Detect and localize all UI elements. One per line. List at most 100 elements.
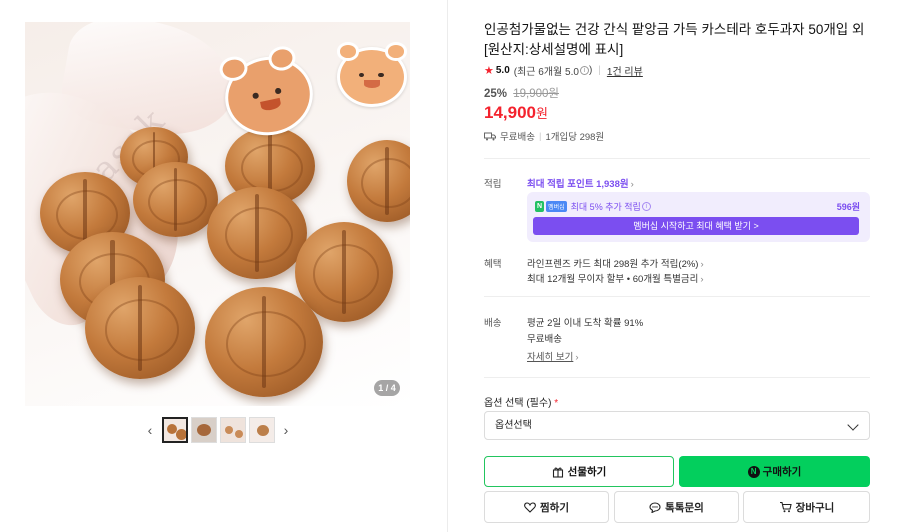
rating-detail: (최근 6개월 5.0 xyxy=(513,67,579,78)
gift-icon xyxy=(552,467,563,478)
bear-eye xyxy=(274,87,282,95)
option-label-text: 옵션 선택 (필수) xyxy=(484,398,552,409)
separator: | xyxy=(538,130,542,142)
membership-start-button[interactable]: 멤버십 시작하고 최대 혜택 받기 > xyxy=(533,217,859,235)
gift-button[interactable]: 선물하기 xyxy=(484,456,674,487)
option-label: 옵션 선택 (필수) * xyxy=(484,394,558,409)
delivery-label: 배송 xyxy=(484,318,502,329)
heart-icon xyxy=(524,501,536,513)
thumbnail[interactable] xyxy=(248,417,275,443)
points-label: 적립 xyxy=(484,179,502,190)
review-count-link[interactable]: 1건 리뷰 xyxy=(607,63,643,78)
walnut-cake xyxy=(205,287,323,397)
max-points-text: 최대 적립 포인트 1,938원 xyxy=(527,179,629,190)
info-icon[interactable]: i xyxy=(641,202,651,211)
benefit-installment-text: 최대 12개월 무이자 할부 • 60개월 특별금리 xyxy=(527,274,699,285)
benefit-card-text: 라인프렌즈 카드 최대 298원 추가 적립(2%) xyxy=(527,259,699,270)
thumbnail-shape xyxy=(166,424,177,434)
wishlist-button[interactable]: 찜하기 xyxy=(484,491,609,523)
delivery-details-link[interactable]: 자세히 보기 › xyxy=(527,349,579,363)
main-product-image[interactable]: bbasak xyxy=(25,22,410,406)
thumbnail-shape xyxy=(175,429,186,440)
separator: | xyxy=(598,65,601,76)
naver-pay-icon: N xyxy=(747,465,760,478)
bear-mouth xyxy=(364,80,380,88)
benefits-label: 혜택 xyxy=(484,259,502,270)
wishlist-label: 찜하기 xyxy=(540,501,569,514)
bear-sticker xyxy=(337,42,407,107)
gift-label: 선물하기 xyxy=(567,466,607,478)
chat-icon xyxy=(649,501,661,513)
divider xyxy=(484,377,870,378)
chevron-right-icon: › xyxy=(700,274,704,285)
membership-text: 최대 5% 추가 적립 xyxy=(570,202,641,212)
rating-score: 5.0 xyxy=(495,65,510,76)
benefit-card-link[interactable]: 라인프렌즈 카드 최대 298원 추가 적립(2%) › xyxy=(527,256,704,270)
original-price: 19,900원 xyxy=(513,88,559,100)
cart-label: 장바구니 xyxy=(795,501,835,514)
rating-detail-close: ) xyxy=(588,65,593,76)
shipping-fee: 무료배송 xyxy=(500,132,535,143)
shipping-row: 무료배송 | 1개입당 298원 xyxy=(484,129,604,143)
buy-label: 구매하기 xyxy=(762,466,802,478)
product-gallery: bbasak 1 / 4 ‹ › xyxy=(0,0,448,532)
rating-row: ★ 5.0 (최근 6개월 5.0 i) | 1건 리뷰 xyxy=(484,63,643,78)
walnut-cake xyxy=(347,140,410,222)
walnut-cake xyxy=(207,187,307,279)
chevron-down-icon xyxy=(847,419,859,431)
bear-eye xyxy=(251,92,260,100)
talktalk-label: 톡톡문의 xyxy=(665,501,704,514)
thumbnail-strip: ‹ › xyxy=(140,415,296,445)
option-select[interactable]: 옵션선택 xyxy=(484,411,870,440)
thumbnail[interactable] xyxy=(190,417,217,443)
chevron-left-icon[interactable]: ‹ xyxy=(140,415,160,445)
chevron-right-icon[interactable]: › xyxy=(276,415,296,445)
bear-mouth xyxy=(260,98,282,113)
product-title: 인공첨가물없는 건강 간식 팥앙금 가득 카스테라 호두과자 50개입 외 [원… xyxy=(484,22,865,57)
bear-ear xyxy=(384,42,407,61)
delivery-estimate: 평균 2일 이내 도착 확률 91% xyxy=(527,318,644,329)
walnut-cake xyxy=(133,162,218,237)
thumbnail-shape xyxy=(196,424,211,436)
membership-badge: 멤버십 xyxy=(546,201,567,212)
walnut-cake xyxy=(85,277,195,379)
talktalk-button[interactable]: 톡톡문의 xyxy=(614,491,739,523)
price-row: 14,900원 xyxy=(484,103,548,123)
bear-eye xyxy=(359,72,365,77)
discount-rate: 25% xyxy=(484,88,508,100)
naver-n-badge: N xyxy=(535,201,545,212)
page-current: 1 xyxy=(378,383,384,393)
cart-icon xyxy=(779,501,792,513)
sale-price: 14,900 xyxy=(484,103,536,122)
chevron-right-icon: › xyxy=(700,259,704,270)
membership-amount: 596원 xyxy=(836,202,860,212)
thumbnail[interactable] xyxy=(219,417,246,443)
membership-info: N 멤버십 최대 5% 추가 적립 i xyxy=(535,200,651,213)
option-select-value: 옵션선택 xyxy=(495,420,532,431)
divider xyxy=(484,296,870,297)
membership-box: N 멤버십 최대 5% 추가 적립 i 596원 멤버십 시작하고 최대 혜택 … xyxy=(527,192,870,242)
thumbnail-shape xyxy=(234,430,243,438)
price-unit: 원 xyxy=(536,106,548,121)
max-points-link[interactable]: 최대 적립 포인트 1,938원 › xyxy=(527,176,634,190)
bear-eye xyxy=(378,72,384,77)
discount-row: 25% 19,900원 xyxy=(484,85,559,101)
unit-price: 1개입당 298원 xyxy=(545,132,605,143)
info-icon[interactable]: i xyxy=(579,66,589,75)
chevron-right-icon: › xyxy=(575,352,579,363)
bear-ear xyxy=(337,42,360,61)
cart-button[interactable]: 장바구니 xyxy=(743,491,870,523)
thumbnail-shape xyxy=(224,426,233,434)
benefit-installment-link[interactable]: 최대 12개월 무이자 할부 • 60개월 특별금리 › xyxy=(527,271,704,285)
delivery-fee: 무료배송 xyxy=(527,334,562,345)
delivery-details-text: 자세히 보기 xyxy=(527,352,574,363)
required-mark: * xyxy=(554,398,559,409)
panel-divider xyxy=(447,0,448,532)
divider xyxy=(484,158,870,159)
thumbnail[interactable] xyxy=(161,417,188,443)
buy-button[interactable]: N 구매하기 xyxy=(679,456,870,487)
chevron-right-icon: › xyxy=(630,179,634,190)
bear-ear xyxy=(265,43,299,74)
thumbnail-shape xyxy=(256,425,269,436)
star-icon: ★ xyxy=(484,65,494,77)
